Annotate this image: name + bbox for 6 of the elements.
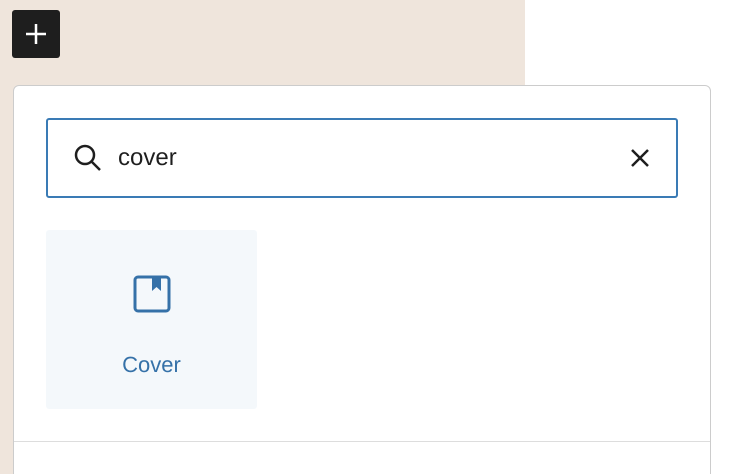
plus-icon — [23, 21, 49, 47]
block-tile[interactable]: Cover — [46, 230, 257, 409]
bookmark-square-icon — [132, 274, 172, 314]
search-input[interactable]: cover — [118, 140, 614, 176]
search-field[interactable]: cover — [46, 118, 678, 198]
add-block-button[interactable] — [12, 10, 60, 58]
